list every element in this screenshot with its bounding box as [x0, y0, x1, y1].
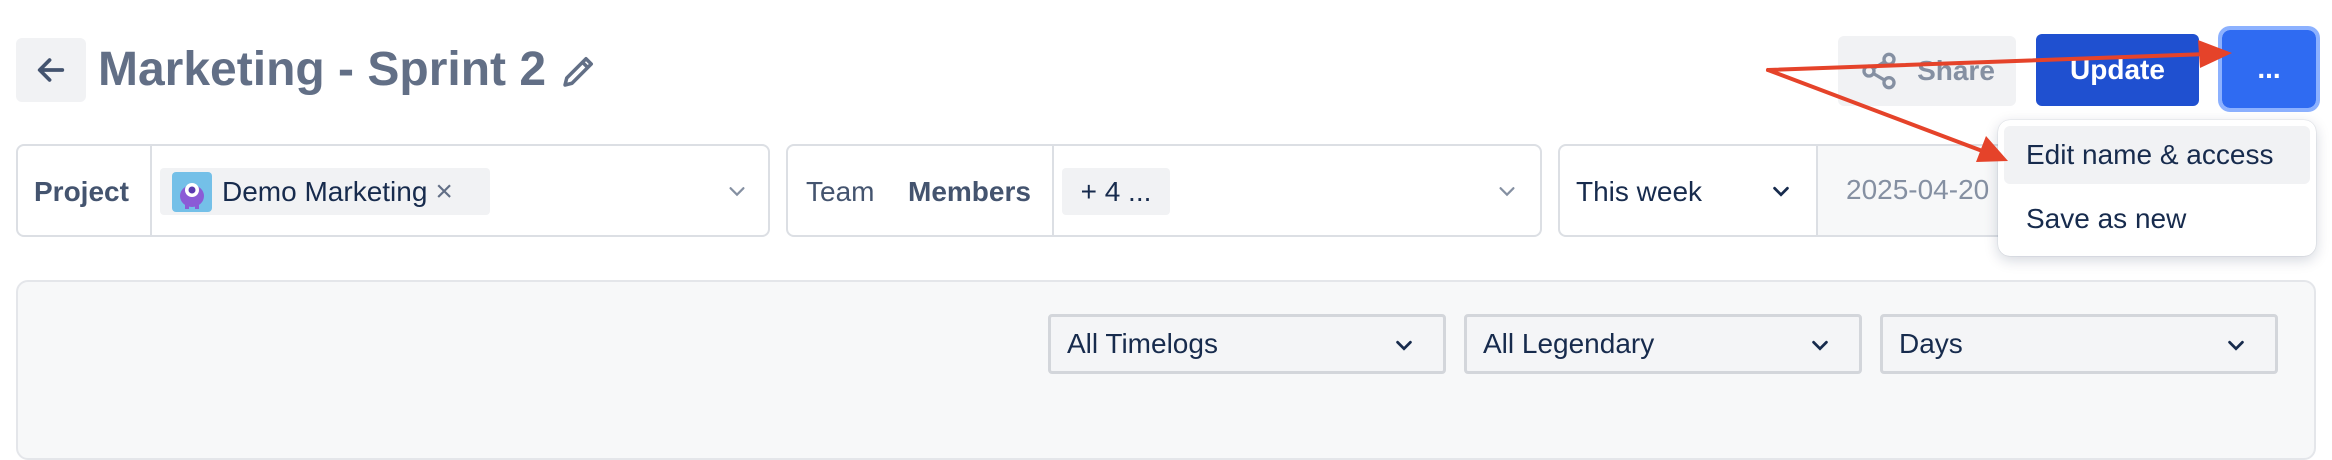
team-label: Team: [806, 176, 875, 207]
team-members-filter[interactable]: Team Members + 4 ...: [786, 144, 1542, 237]
share-button[interactable]: Share: [1838, 36, 2016, 106]
legendary-select-value: All Legendary: [1483, 328, 1655, 359]
project-chip: Demo Marketing ×: [160, 168, 490, 215]
members-chip[interactable]: + 4 ...: [1062, 168, 1170, 215]
arrow-left-icon: [37, 58, 65, 82]
more-options-button[interactable]: ...: [2218, 26, 2320, 112]
project-avatar-icon: [172, 171, 212, 212]
team-divider: [1052, 146, 1054, 235]
date-range-filter: This week 2025-04-20: [1558, 144, 2020, 237]
menu-item-save-as-new[interactable]: Save as new: [2004, 190, 2310, 248]
granularity-select-value: Days: [1899, 328, 1963, 359]
project-filter[interactable]: Project Demo Marketing ×: [16, 144, 770, 237]
start-date-field[interactable]: 2025-04-20: [1816, 146, 2020, 235]
timelogs-select[interactable]: All Timelogs: [1048, 314, 1446, 374]
chevron-down-icon: [1499, 187, 1515, 197]
back-button[interactable]: [16, 38, 86, 102]
chevron-down-icon: [1396, 340, 1412, 351]
project-divider: [150, 146, 152, 235]
project-chip-label: Demo Marketing: [222, 175, 428, 207]
update-button[interactable]: Update: [2036, 34, 2199, 106]
pencil-icon[interactable]: [558, 50, 600, 92]
share-label: Share: [1917, 55, 1995, 86]
menu-item-edit-name-access[interactable]: Edit name & access: [2004, 126, 2310, 184]
start-date-value: 2025-04-20: [1846, 174, 1990, 205]
chevron-down-icon: [2228, 340, 2244, 351]
members-label: Members: [908, 176, 1031, 207]
date-range-select[interactable]: This week: [1576, 174, 1702, 210]
more-options-menu: Edit name & access Save as new: [1998, 120, 2316, 256]
page-title: Marketing - Sprint 2: [98, 43, 547, 96]
remove-project-icon[interactable]: ×: [435, 175, 453, 209]
timelogs-select-value: All Timelogs: [1067, 328, 1218, 359]
legendary-select[interactable]: All Legendary: [1464, 314, 1862, 374]
chevron-down-icon: [729, 187, 745, 197]
granularity-select[interactable]: Days: [1880, 314, 2278, 374]
project-label: Project: [34, 176, 129, 207]
share-icon: [1862, 52, 1896, 90]
chevron-down-icon: [1773, 186, 1789, 197]
chevron-down-icon: [1812, 340, 1828, 351]
